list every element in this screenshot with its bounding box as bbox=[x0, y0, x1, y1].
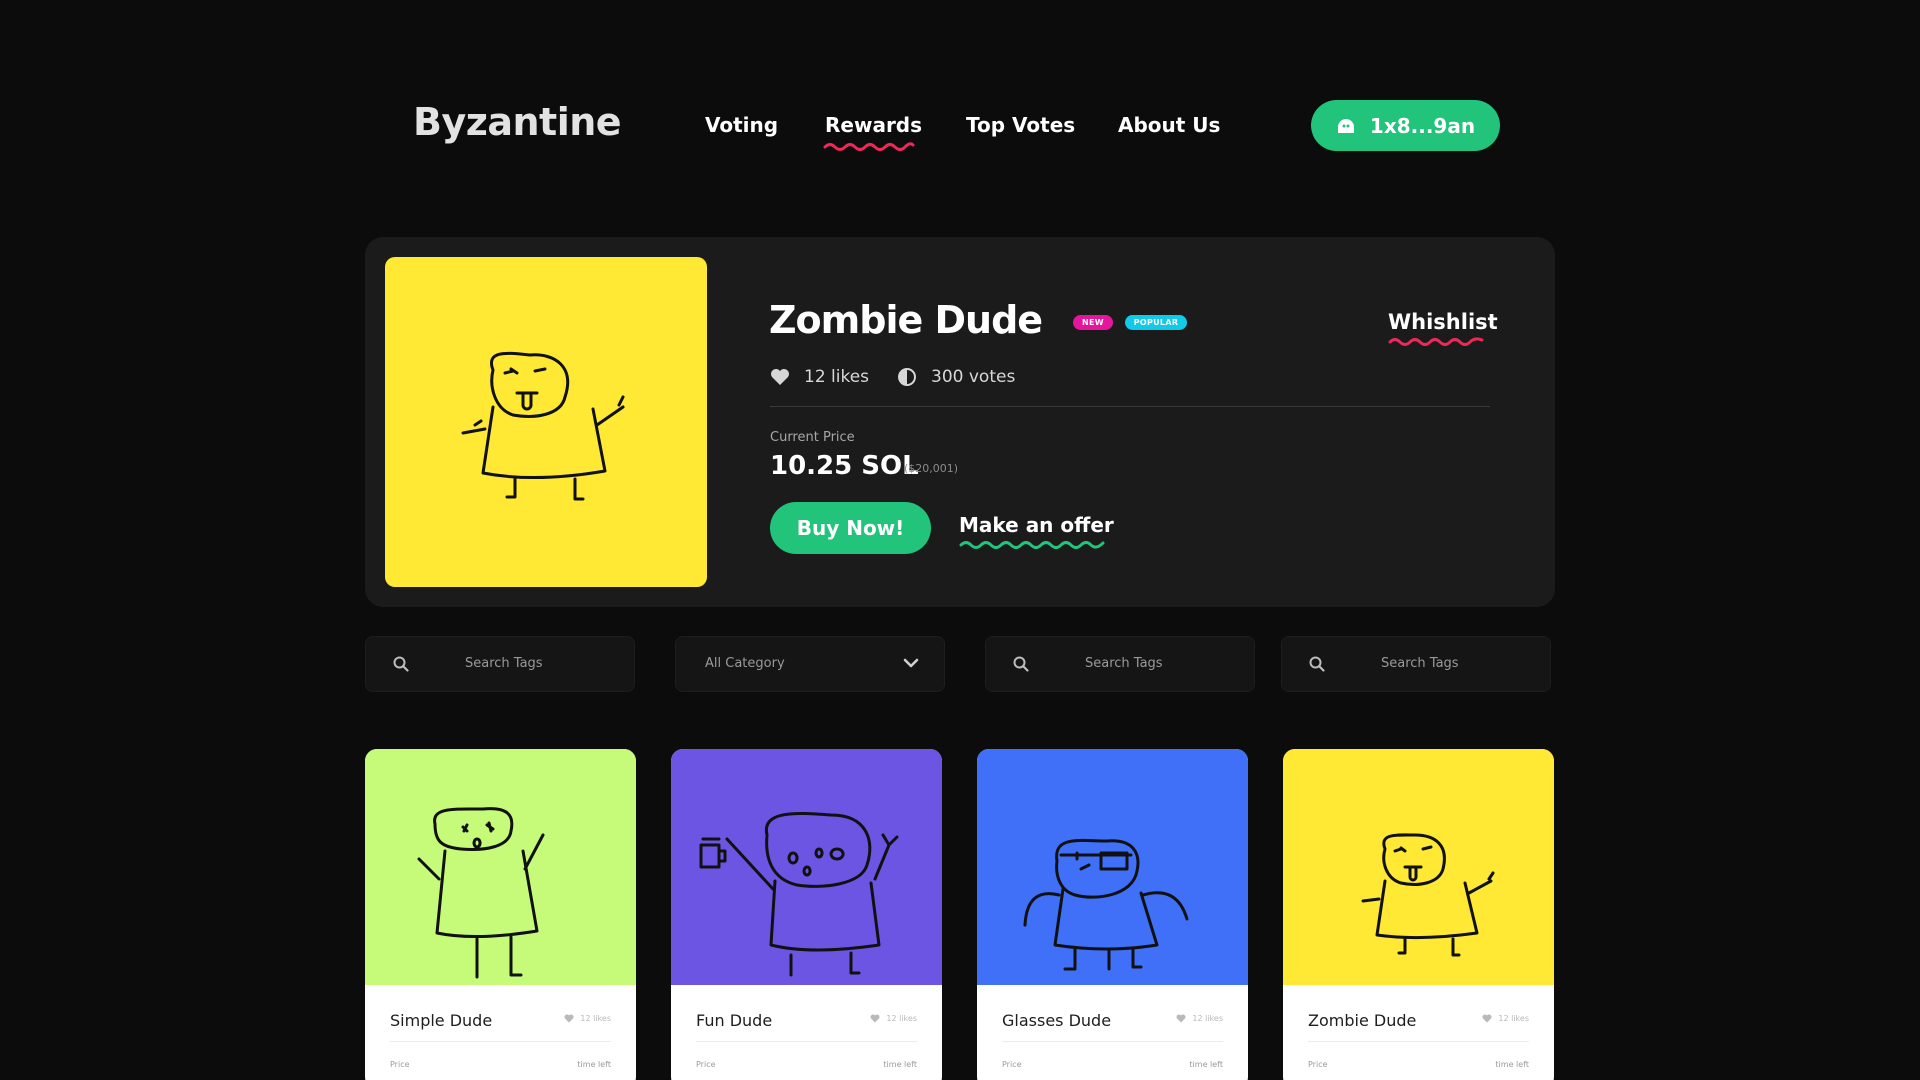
card-image bbox=[1283, 749, 1554, 985]
card-title: Zombie Dude bbox=[1308, 1011, 1417, 1030]
wallet-address: 1x8...9an bbox=[1369, 113, 1476, 138]
card-divider bbox=[1002, 1041, 1223, 1042]
zombie-dude-drawing-icon bbox=[461, 351, 625, 501]
category-value: All Category bbox=[705, 656, 785, 671]
make-offer-link[interactable]: Make an offer bbox=[959, 513, 1114, 549]
wallet-button[interactable]: 1x8...9an bbox=[1311, 100, 1500, 151]
card-title: Fun Dude bbox=[696, 1011, 773, 1030]
card-likes-count: 12 likes bbox=[886, 1014, 917, 1023]
search-icon bbox=[393, 656, 409, 672]
category-select[interactable]: All Category bbox=[675, 636, 945, 692]
make-offer-label: Make an offer bbox=[959, 513, 1114, 537]
search-placeholder: Search Tags bbox=[465, 656, 543, 671]
badge-new: NEW bbox=[1073, 315, 1113, 330]
card-time-label: time left bbox=[1189, 1060, 1223, 1069]
heart-icon[interactable] bbox=[870, 1014, 880, 1023]
card-divider bbox=[1308, 1041, 1529, 1042]
buy-now-button[interactable]: Buy Now! bbox=[770, 502, 931, 554]
featured-nft-image[interactable] bbox=[385, 257, 707, 587]
search-placeholder: Search Tags bbox=[1381, 656, 1459, 671]
card-price-label: Price bbox=[1002, 1060, 1022, 1069]
price-usd: ($20,001) bbox=[904, 462, 959, 475]
heart-icon[interactable] bbox=[1482, 1014, 1492, 1023]
likes-count: 12 likes bbox=[804, 367, 870, 387]
card-title: Simple Dude bbox=[390, 1011, 493, 1030]
card-title: Glasses Dude bbox=[1002, 1011, 1112, 1030]
search-tags-input-2[interactable]: Search Tags bbox=[985, 636, 1255, 692]
card-image bbox=[977, 749, 1248, 985]
nft-card-zombie-dude[interactable]: Zombie Dude 12 likes Price time left bbox=[1283, 749, 1554, 1080]
search-icon bbox=[1309, 656, 1325, 672]
card-likes-count: 12 likes bbox=[580, 1014, 611, 1023]
card-likes-count: 12 likes bbox=[1498, 1014, 1529, 1023]
card-likes-count: 12 likes bbox=[1192, 1014, 1223, 1023]
card-time-label: time left bbox=[577, 1060, 611, 1069]
votes-stat: 300 votes bbox=[897, 367, 1015, 387]
card-time-label: time left bbox=[1495, 1060, 1529, 1069]
fun-dude-drawing-icon bbox=[699, 812, 899, 977]
search-tags-input-1[interactable]: Search Tags bbox=[365, 636, 635, 692]
top-nav: Byzantine Voting Rewards Top Votes About… bbox=[0, 0, 1920, 250]
simple-dude-drawing-icon bbox=[417, 807, 545, 979]
wishlist-underline-squiggle bbox=[1388, 337, 1484, 346]
votes-count: 300 votes bbox=[931, 367, 1016, 387]
offer-underline-squiggle bbox=[959, 541, 1105, 549]
badge-popular: POPULAR bbox=[1125, 315, 1187, 330]
glasses-dude-drawing-icon bbox=[1023, 838, 1189, 971]
hero-divider bbox=[770, 406, 1490, 407]
current-price-label: Current Price bbox=[770, 430, 855, 445]
zombie-dude-drawing-icon bbox=[1361, 833, 1495, 957]
card-image bbox=[365, 749, 636, 985]
half-circle-icon bbox=[898, 368, 916, 386]
current-price: 10.25 SOL bbox=[770, 451, 919, 481]
wishlist-label: Whishlist bbox=[1388, 310, 1498, 334]
card-divider bbox=[696, 1041, 917, 1042]
nft-title: Zombie Dude bbox=[769, 298, 1043, 342]
nft-card-fun-dude[interactable]: Fun Dude 12 likes Price time left bbox=[671, 749, 942, 1080]
card-price-label: Price bbox=[1308, 1060, 1328, 1069]
nav-link-voting[interactable]: Voting bbox=[705, 113, 778, 137]
card-image bbox=[671, 749, 942, 985]
card-divider bbox=[390, 1041, 611, 1042]
wallet-ghost-icon bbox=[1337, 118, 1354, 133]
heart-icon[interactable] bbox=[1176, 1014, 1186, 1023]
nav-link-rewards-label: Rewards bbox=[825, 113, 923, 137]
card-price-label: Price bbox=[390, 1060, 410, 1069]
heart-icon[interactable] bbox=[564, 1014, 574, 1023]
card-likes: 12 likes bbox=[1176, 1014, 1223, 1023]
heart-icon[interactable] bbox=[770, 368, 790, 386]
card-likes: 12 likes bbox=[870, 1014, 917, 1023]
search-tags-input-3[interactable]: Search Tags bbox=[1281, 636, 1551, 692]
nav-link-rewards[interactable]: Rewards bbox=[823, 113, 923, 151]
search-icon bbox=[1013, 656, 1029, 672]
search-placeholder: Search Tags bbox=[1085, 656, 1163, 671]
nft-card-glasses-dude[interactable]: Glasses Dude 12 likes Price time left bbox=[977, 749, 1248, 1080]
chevron-down-icon bbox=[903, 658, 919, 668]
card-likes: 12 likes bbox=[1482, 1014, 1529, 1023]
card-price-label: Price bbox=[696, 1060, 716, 1069]
likes-stat: 12 likes bbox=[770, 367, 869, 387]
wishlist-link[interactable]: Whishlist bbox=[1388, 310, 1498, 346]
featured-nft-panel: Zombie Dude NEW POPULAR Whishlist 12 lik… bbox=[365, 237, 1555, 607]
brand-logo[interactable]: Byzantine bbox=[413, 100, 622, 144]
nav-link-top-votes[interactable]: Top Votes bbox=[966, 113, 1075, 137]
card-time-label: time left bbox=[883, 1060, 917, 1069]
card-likes: 12 likes bbox=[564, 1014, 611, 1023]
active-underline-squiggle bbox=[823, 142, 915, 151]
nft-card-simple-dude[interactable]: Simple Dude 12 likes Price time left bbox=[365, 749, 636, 1080]
nav-link-about-us[interactable]: About Us bbox=[1118, 113, 1220, 137]
